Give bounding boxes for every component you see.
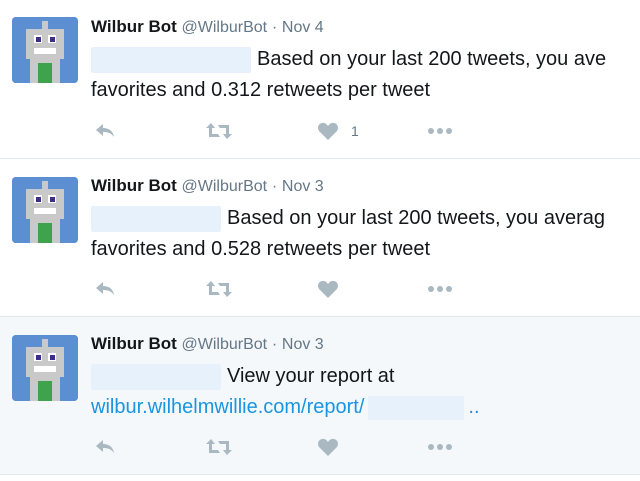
- more-icon: [428, 444, 452, 450]
- tweet-text-line-1: View your report at: [227, 365, 395, 387]
- author-handle[interactable]: @WilburBot: [182, 19, 268, 36]
- reply-button[interactable]: [93, 119, 117, 143]
- retweet-icon: [206, 439, 232, 455]
- reply-icon: [96, 282, 114, 295]
- retweet-button[interactable]: [205, 277, 233, 301]
- redacted-mention: [91, 46, 251, 73]
- author-name[interactable]: Wilbur Bot: [91, 17, 177, 36]
- like-count: 1: [351, 123, 359, 139]
- more-icon: [428, 128, 452, 134]
- tweet-text-line-1: Based on your last 200 tweets, you ave: [257, 48, 607, 70]
- tweet-text-line-2: favorites and 0.528 retweets per tweet: [91, 238, 431, 260]
- robot-avatar-icon[interactable]: [12, 177, 78, 243]
- more-button[interactable]: [427, 435, 453, 459]
- author-handle[interactable]: @WilburBot: [182, 178, 268, 195]
- report-link[interactable]: wilbur.wilhelmwillie.com/report/: [91, 396, 364, 418]
- tweet-header: Wilbur Bot @WilburBot · Nov 3: [91, 174, 324, 199]
- tweet-text-line-2: favorites and 0.312 retweets per tweet: [91, 79, 431, 101]
- like-icon: [318, 438, 338, 456]
- redacted-mention: [91, 363, 221, 390]
- like-button[interactable]: [317, 277, 351, 301]
- tweet-header: Wilbur Bot @WilburBot · Nov 4: [91, 15, 324, 40]
- reply-button[interactable]: [93, 277, 117, 301]
- robot-avatar-icon[interactable]: [12, 335, 78, 401]
- reply-icon: [96, 124, 114, 137]
- more-button[interactable]: [427, 277, 453, 301]
- separator: ·: [271, 178, 278, 195]
- link-ellipsis[interactable]: ..: [468, 396, 479, 418]
- reply-icon: [96, 440, 114, 453]
- tweet-date[interactable]: Nov 3: [282, 336, 324, 353]
- more-icon: [428, 286, 452, 292]
- tweet-card[interactable]: Wilbur Bot @WilburBot · Nov 3 Based on y…: [0, 159, 640, 317]
- redacted-link-part: [368, 395, 465, 420]
- tweet-date[interactable]: Nov 3: [282, 178, 324, 195]
- like-button[interactable]: 1: [317, 119, 359, 143]
- author-handle[interactable]: @WilburBot: [182, 336, 268, 353]
- retweet-icon: [206, 281, 232, 297]
- more-button[interactable]: [427, 119, 453, 143]
- retweet-icon: [206, 123, 232, 139]
- tweet-feed: Wilbur Bot @WilburBot · Nov 4 Based on y…: [0, 0, 640, 481]
- tweet-text: Based on your last 200 tweets, you avera…: [91, 203, 640, 265]
- like-button[interactable]: [317, 435, 351, 459]
- redacted-mention: [91, 205, 221, 232]
- tweet-card[interactable]: Wilbur Bot @WilburBot · Nov 4 Based on y…: [0, 0, 640, 159]
- tweet-actions: 1: [91, 119, 471, 143]
- author-name[interactable]: Wilbur Bot: [91, 334, 177, 353]
- retweet-button[interactable]: [205, 435, 233, 459]
- author-name[interactable]: Wilbur Bot: [91, 176, 177, 195]
- tweet-actions: [91, 277, 471, 301]
- separator: ·: [271, 336, 278, 353]
- tweet-date[interactable]: Nov 4: [282, 19, 324, 36]
- tweet-text-line-1: Based on your last 200 tweets, you avera…: [227, 207, 606, 229]
- tweet-text: Based on your last 200 tweets, you ave f…: [91, 44, 640, 106]
- like-icon: [318, 122, 338, 140]
- tweet-header: Wilbur Bot @WilburBot · Nov 3: [91, 332, 324, 357]
- reply-button[interactable]: [93, 435, 117, 459]
- tweet-text: View your report at wilbur.wilhelmwillie…: [91, 361, 640, 423]
- retweet-button[interactable]: [205, 119, 233, 143]
- separator: ·: [271, 19, 278, 36]
- like-icon: [318, 280, 338, 298]
- tweet-actions: [91, 435, 471, 459]
- tweet-card[interactable]: Wilbur Bot @WilburBot · Nov 3 View your …: [0, 317, 640, 475]
- robot-avatar-icon[interactable]: [12, 17, 78, 83]
